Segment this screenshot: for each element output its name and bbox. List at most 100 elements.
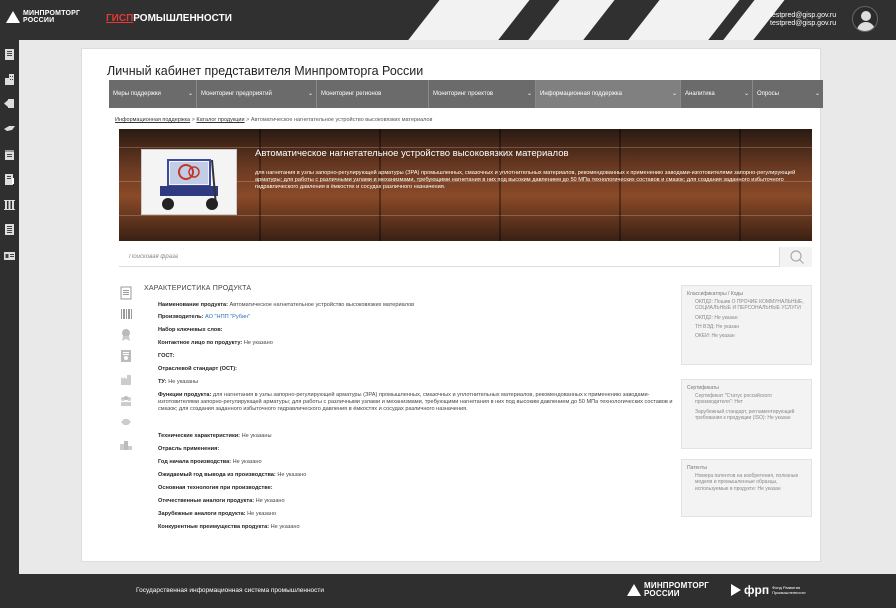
menu-item-info-support[interactable]: Информационная поддержка ⌄ — [536, 80, 681, 108]
field-contact: Контактное лицо по продукту: Не указано — [158, 340, 678, 347]
certificate-iso: Зарубежный стандарт, регламентирующий тр… — [695, 408, 795, 421]
frp-logo[interactable]: фрп Фонд Развития Промышленности — [731, 583, 806, 597]
people-icon — [120, 394, 132, 408]
field-functions: Функции продукта: для нагнетания в узлы … — [158, 392, 678, 413]
certificate-icon — [120, 349, 132, 363]
field-competitive: Конкурентные преимущества продукта: Не у… — [158, 524, 678, 531]
breadcrumb-separator: > — [191, 117, 195, 123]
gisp-logo-red: ГИСП — [106, 13, 134, 24]
avatar-body — [857, 22, 875, 31]
patents-panel: Патенты Номера патентов на изобретения, … — [681, 459, 812, 517]
arrow-icon[interactable] — [3, 97, 16, 110]
menu-item-label: Аналитика — [685, 91, 715, 97]
minpromtorg-logo[interactable]: МИНПРОМТОРГ РОССИИ — [6, 10, 80, 24]
field-industry: Отрасль применения: — [158, 446, 678, 453]
search-button[interactable] — [779, 247, 812, 267]
field-label: Основная технология при производстве: — [158, 485, 273, 491]
frp-small-line2: Промышленности — [772, 590, 806, 595]
avatar[interactable] — [852, 6, 878, 32]
building-icon[interactable] — [3, 73, 16, 86]
menu-item-region-monitoring[interactable]: Мониторинг регионов — [317, 80, 429, 108]
top-header: МИНПРОМТОРГ РОССИИ ГИСПРОМЫШЛЕННОСТИ tes… — [0, 0, 896, 40]
field-value: Не указаны — [168, 379, 199, 385]
field-label: Конкурентные преимущества продукта: — [158, 524, 270, 530]
product-description: для нагнетания в узлы запорно-регулирующ… — [255, 170, 796, 190]
search-input[interactable] — [129, 251, 769, 263]
field-label: Наименование продукта: — [158, 302, 228, 308]
chevron-down-icon: ⌄ — [743, 91, 749, 97]
avatar-head — [861, 11, 871, 21]
bird-icon[interactable] — [3, 122, 16, 135]
field-product-name: Наименование продукта: Автоматическое на… — [158, 302, 678, 309]
document-edit-icon[interactable] — [3, 173, 16, 186]
logo-line2: РОССИИ — [23, 17, 55, 24]
certificates-title: Сертификаты — [687, 385, 719, 391]
field-end-year: Ожидаемый год вывода из производства: Не… — [158, 472, 678, 479]
field-tu: ТУ: Не указаны — [158, 379, 678, 386]
menu-item-label: Мониторинг предприятий — [201, 91, 272, 97]
field-label: Год начала производства: — [158, 459, 232, 465]
page-title: Личный кабинет представителя Минпромторг… — [107, 64, 424, 78]
frp-name: фрп — [744, 583, 770, 597]
document-icon[interactable] — [3, 48, 16, 61]
patents-title: Патенты — [687, 465, 707, 471]
manufacturer-link[interactable]: АО "НПП "Рубин" — [205, 314, 250, 320]
gisp-logo-rest: РОМЫШЛЕННОСТИ — [133, 13, 232, 24]
footer-minpromtorg-logo[interactable]: МИНПРОМТОРГ РОССИИ — [627, 582, 709, 598]
left-sidebar — [0, 40, 19, 608]
field-label: Отечественные аналоги продукта: — [158, 498, 255, 504]
footer-logo-line2: РОССИИ — [644, 589, 680, 598]
field-value: Не указано — [277, 472, 307, 478]
calendar-icon[interactable] — [3, 148, 16, 161]
breadcrumb-current: Автоматическое нагнетательное устройство… — [250, 117, 433, 123]
field-label: Технические характеристики: — [158, 433, 241, 439]
field-value: Автоматическое нагнетательное устройство… — [229, 302, 415, 308]
menu-item-label: Информационная поддержка — [540, 91, 622, 97]
menu-item-project-monitoring[interactable]: Мониторинг проектов ⌄ — [429, 80, 536, 108]
handshake-icon — [120, 415, 132, 429]
product-image[interactable] — [141, 149, 237, 215]
chevron-down-icon: ⌄ — [671, 91, 677, 97]
id-card-icon[interactable] — [3, 249, 16, 262]
menu-item-label: Опросы — [757, 91, 779, 97]
gisp-logo[interactable]: ГИСПРОМЫШЛЕННОСТИ — [106, 13, 232, 24]
chevron-down-icon: ⌄ — [526, 91, 532, 97]
breadcrumb-link-info-support[interactable]: Информационная поддержка — [115, 117, 190, 123]
field-foreign-analogs: Зарубежные аналоги продукта: Не указано — [158, 511, 678, 518]
user-emails[interactable]: testpred@gisp.gov.ru testpred@gisp.gov.r… — [770, 12, 836, 28]
main-card: Личный кабинет представителя Минпромторг… — [81, 48, 823, 562]
field-label: Производитель: — [158, 314, 204, 320]
certificates-panel: Сертификаты Сертификат "Статус российско… — [681, 379, 812, 449]
logo-triangle-icon — [6, 11, 20, 23]
bar-chart-icon[interactable] — [3, 198, 16, 211]
field-label: Набор ключевых слов: — [158, 327, 223, 333]
classifier-tnved: ТН ВЭД: Не указан — [695, 323, 740, 330]
menu-item-label: Мониторинг проектов — [433, 91, 494, 97]
field-label: ГОСТ: — [158, 353, 175, 359]
footer: Государственная информационная система п… — [19, 574, 896, 608]
chevron-down-icon: ⌄ — [814, 91, 820, 97]
user-email-2: testpred@gisp.gov.ru — [770, 20, 837, 27]
breadcrumb: Информационная поддержка > Каталог проду… — [115, 117, 432, 123]
breadcrumb-link-catalog[interactable]: Каталог продукции — [196, 117, 244, 123]
field-label: ТУ: — [158, 379, 167, 385]
field-ost: Отраслевой стандарт (ОСТ): — [158, 366, 678, 373]
menu-item-enterprise-monitoring[interactable]: Мониторинг предприятий ⌄ — [197, 80, 317, 108]
field-value: Не указано — [247, 511, 277, 517]
field-value: Не указаны — [241, 433, 272, 439]
field-start-year: Год начала производства: Не указано — [158, 459, 678, 466]
field-label: Отраслевой стандарт (ОСТ): — [158, 366, 237, 372]
menu-item-surveys[interactable]: Опросы ⌄ — [753, 80, 823, 108]
logo-triangle-icon — [627, 584, 641, 596]
field-label: Контактное лицо по продукту: — [158, 340, 243, 346]
field-value: для нагнетания в узлы запорно-регулирующ… — [158, 392, 673, 412]
menu-item-analytics[interactable]: Аналитика ⌄ — [681, 80, 753, 108]
field-value: Не указано — [270, 524, 300, 530]
list-document-icon[interactable] — [3, 223, 16, 236]
field-label: Ожидаемый год вывода из производства: — [158, 472, 276, 478]
factory-icon — [120, 372, 132, 386]
podium-icon — [120, 437, 132, 451]
field-tech-base: Основная технология при производстве: — [158, 485, 678, 492]
field-keywords: Набор ключевых слов: — [158, 327, 678, 334]
menu-item-support-measures[interactable]: Меры поддержки ⌄ — [109, 80, 197, 108]
